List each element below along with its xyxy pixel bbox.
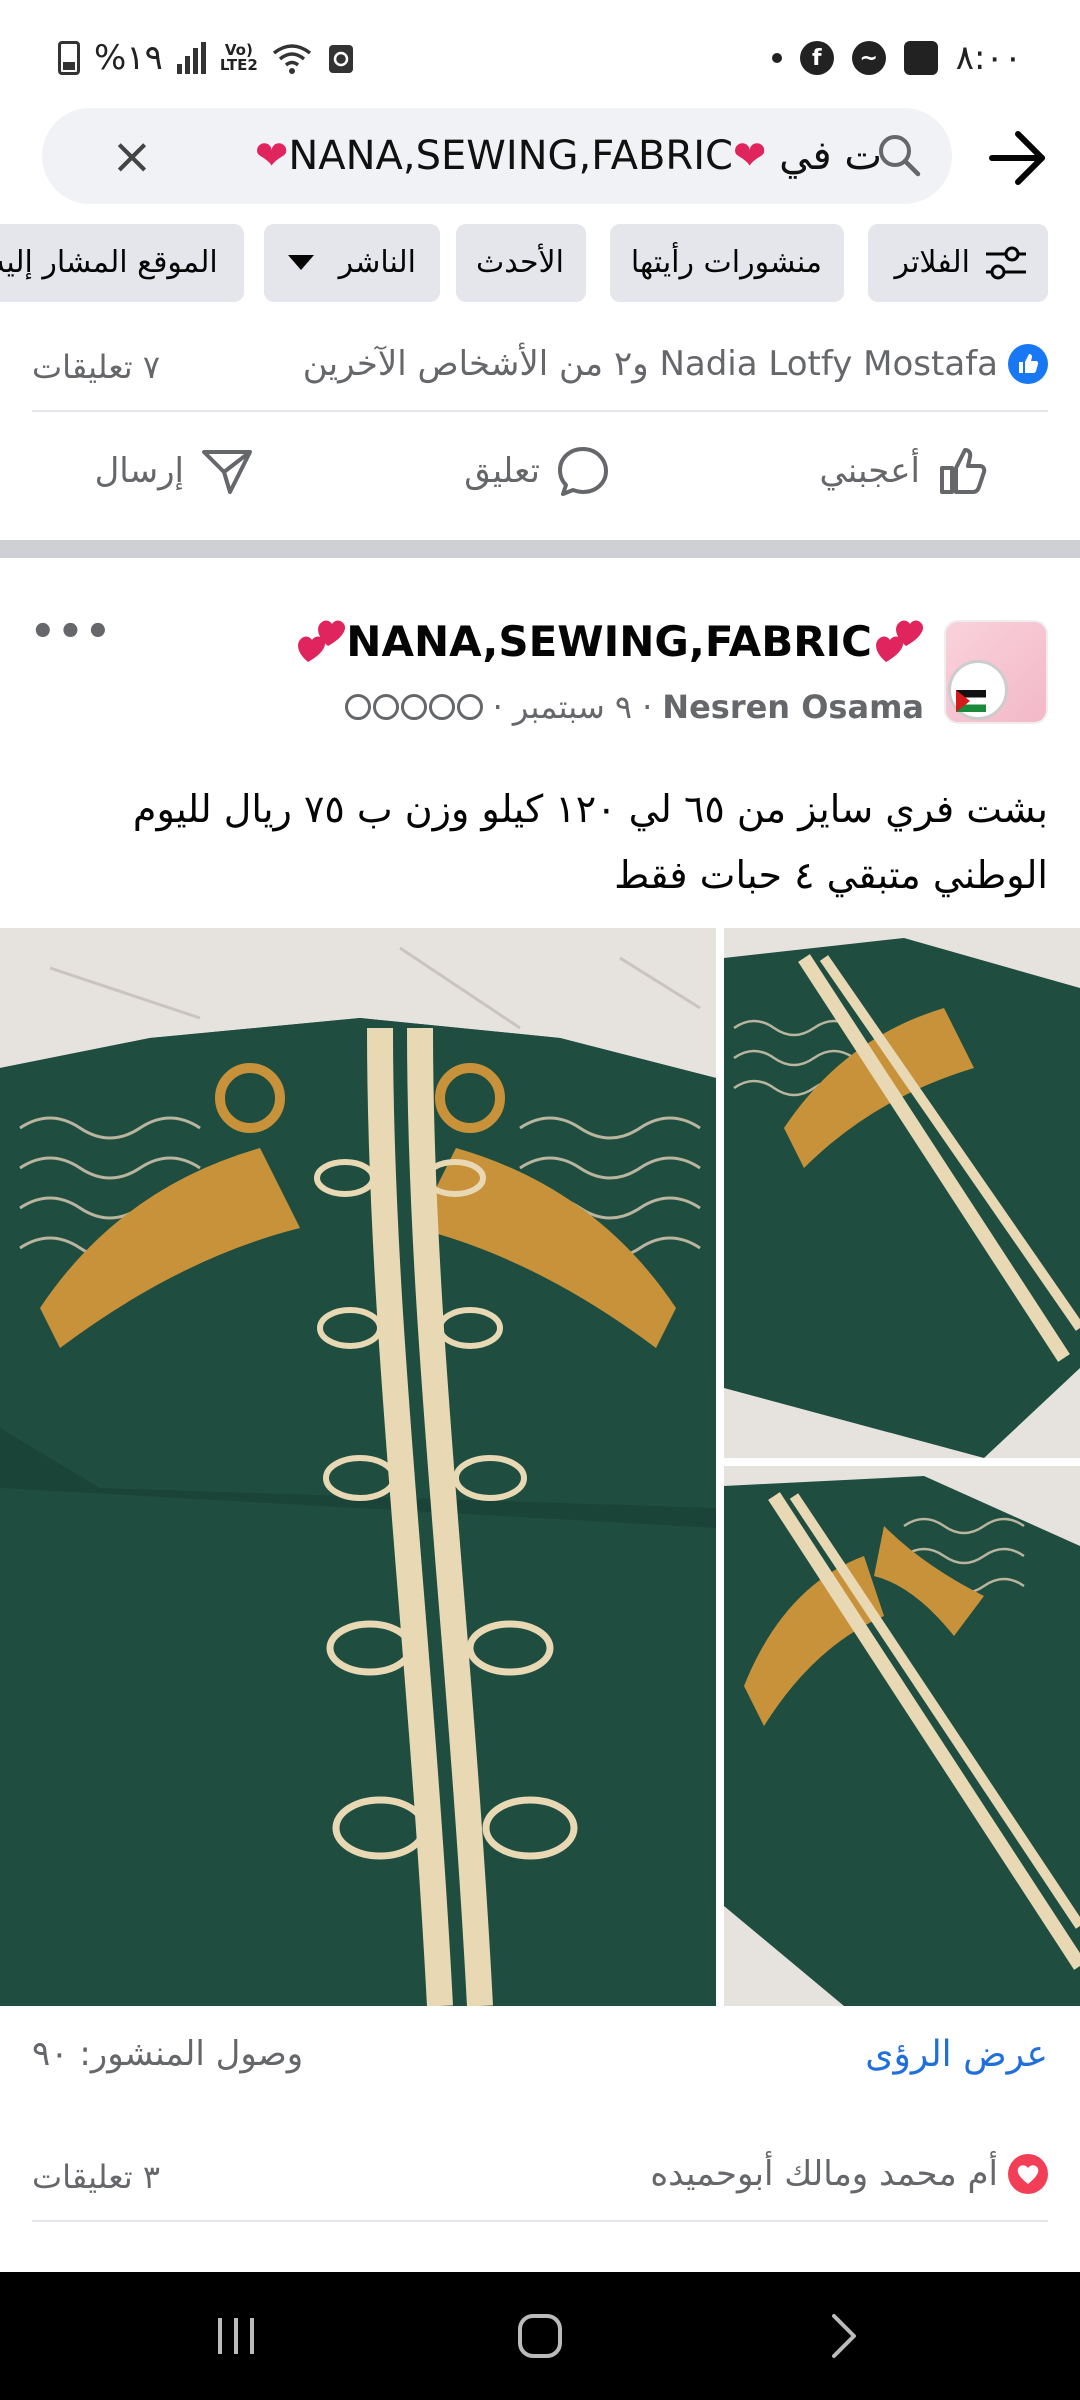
reactions-names: أم محمد ومالك أبوحميده: [650, 2154, 998, 2194]
comment-button[interactable]: تعليق: [464, 416, 610, 526]
filter-chip-seen-posts[interactable]: منشورات رأيتها: [610, 224, 844, 302]
back-icon[interactable]: [812, 2306, 872, 2366]
post-actions: [0, 2226, 1080, 2272]
search-query-suffix: ت في: [779, 133, 882, 179]
caret-down-icon: [288, 255, 314, 270]
heart-emoji-icon: [872, 616, 924, 666]
search-icon: [879, 135, 921, 177]
group-avatar[interactable]: [944, 620, 1048, 724]
wifi-icon: [272, 44, 311, 74]
post-date[interactable]: ٩ سبتمبر: [513, 688, 632, 726]
filter-chip-label: الفلاتر: [894, 245, 970, 280]
send-button[interactable]: [200, 2252, 254, 2272]
search-query-prefix: NANA,SEWING,FABRIC: [288, 133, 733, 179]
comments-count[interactable]: ٧ تعليقات: [32, 348, 160, 386]
flag-icon: [956, 690, 986, 712]
filter-chip-label: منشورات رأيتها: [630, 245, 822, 280]
view-insights-link[interactable]: عرض الرؤى: [865, 2034, 1048, 2075]
post-reach: وصول المنشور: ٩٠: [32, 2034, 304, 2074]
filter-chip-filters[interactable]: الفلاتر: [868, 224, 1048, 302]
love-badge-icon: [1008, 2154, 1048, 2194]
like-button[interactable]: [936, 2252, 990, 2272]
divider: [32, 2220, 1048, 2222]
close-icon[interactable]: ×: [106, 130, 158, 182]
post-meta: Nesren Osama · ٩ سبتمبر ·: [344, 688, 924, 726]
prev-post-reactions[interactable]: ٧ تعليقات Nadia Lotfy Mostafa و٢ من الأش…: [32, 330, 1048, 410]
system-nav-bar: [0, 2272, 1080, 2400]
filter-chip-mentioned-location[interactable]: الموقع المشار إليه: [0, 224, 244, 302]
post-text-line: الوطني متبقي ٤ حبات فقط: [614, 853, 1048, 897]
battery-icon: [58, 41, 80, 75]
heart-emoji-icon: [294, 616, 346, 666]
reactions-summary[interactable]: أم محمد ومالك أبوحميده: [650, 2154, 1048, 2194]
meta-separator: ·: [642, 688, 653, 726]
battery-level: %١٩: [94, 38, 163, 78]
network-type: Vo) LTE2: [219, 41, 258, 74]
reach-row: وصول المنشور: ٩٠ عرض الرؤى: [32, 2030, 1048, 2090]
search-query: ت في ❤NANA,SEWING,FABRIC❤: [182, 128, 882, 184]
search-input[interactable]: × ت في ❤NANA,SEWING,FABRIC❤: [42, 108, 952, 204]
filter-chip-recent[interactable]: الأحدث: [456, 224, 586, 302]
post-reactions[interactable]: ٣ تعليقات أم محمد ومالك أبوحميده: [32, 2140, 1048, 2220]
notification-dot-icon: [771, 53, 782, 63]
send-label: إرسال: [94, 451, 184, 491]
like-button[interactable]: أعجبني: [819, 416, 990, 526]
post-photo-main[interactable]: [0, 928, 716, 2006]
send-icon: [202, 450, 252, 494]
more-options-icon[interactable]: •••: [30, 612, 111, 652]
post-text: بشت فري سايز من ٦٥ لي ١٢٠ كيلو وزن ب ٧٥ …: [32, 776, 1048, 908]
reactions-summary[interactable]: Nadia Lotfy Mostafa و٢ من الأشخاص الآخري…: [303, 344, 1048, 384]
group-name-text: NANA,SEWING,FABRIC: [346, 616, 872, 666]
like-badge-icon: [1008, 344, 1048, 384]
post-photo-3[interactable]: [724, 1466, 1080, 2006]
recent-apps-icon[interactable]: [206, 2306, 266, 2366]
signal-icon: [176, 42, 206, 74]
filter-chip-publisher[interactable]: الناشر: [264, 224, 440, 302]
filter-chip-label: الموقع المشار إليه: [0, 245, 218, 280]
comment-label: تعليق: [464, 451, 540, 491]
reactions-names: Nadia Lotfy Mostafa و٢ من الأشخاص الآخري…: [302, 344, 998, 384]
comment-button[interactable]: [556, 2252, 610, 2272]
like-icon: [940, 448, 987, 494]
post-separator: [0, 540, 1080, 558]
post-photo-2[interactable]: [724, 928, 1080, 1458]
filter-chips: الفلاتر منشورات رأيتها الأحدث الناشر الم…: [0, 224, 1080, 304]
post-text-line: بشت فري سايز من ٦٥ لي ١٢٠ كيلو وزن ب ٧٥ …: [132, 787, 1048, 831]
garment-image: [724, 1466, 1080, 2006]
status-left: %١٩ Vo) LTE2: [58, 38, 356, 78]
divider: [32, 410, 1048, 412]
status-right: f ~ ٨:٠٠: [771, 38, 1022, 78]
post-author[interactable]: Nesren Osama: [662, 688, 924, 726]
status-bar: %١٩ Vo) LTE2 f ~ ٨:٠٠: [0, 0, 1080, 110]
filter-chip-label: الناشر: [338, 245, 416, 280]
garment-image: [724, 928, 1080, 1458]
search-row: × ت في ❤NANA,SEWING,FABRIC❤: [0, 108, 1080, 208]
heart-emoji-icon: ❤: [732, 133, 767, 179]
gallery-icon: [903, 41, 938, 75]
prev-post-actions: أعجبني تعليق إرسال: [0, 416, 1080, 526]
filter-chip-label: الأحدث: [476, 245, 564, 280]
facebook-icon: f: [799, 41, 834, 75]
home-icon[interactable]: [510, 2306, 570, 2366]
recycle-icon: [328, 45, 353, 73]
garment-image: [0, 928, 716, 2006]
meta-separator: ·: [492, 688, 503, 726]
messenger-icon: ~: [851, 41, 886, 75]
send-button[interactable]: إرسال: [95, 416, 254, 526]
comment-icon: [558, 447, 608, 496]
sliders-icon: [986, 246, 1026, 280]
clock: ٨:٠٠: [955, 38, 1022, 78]
back-arrow-icon[interactable]: [986, 126, 1050, 190]
comments-count[interactable]: ٣ تعليقات: [32, 2158, 160, 2196]
badges-icon: [344, 694, 483, 720]
heart-emoji-icon: ❤: [254, 133, 289, 179]
like-label: أعجبني: [819, 451, 920, 491]
group-name[interactable]: NANA,SEWING,FABRIC: [294, 616, 924, 666]
